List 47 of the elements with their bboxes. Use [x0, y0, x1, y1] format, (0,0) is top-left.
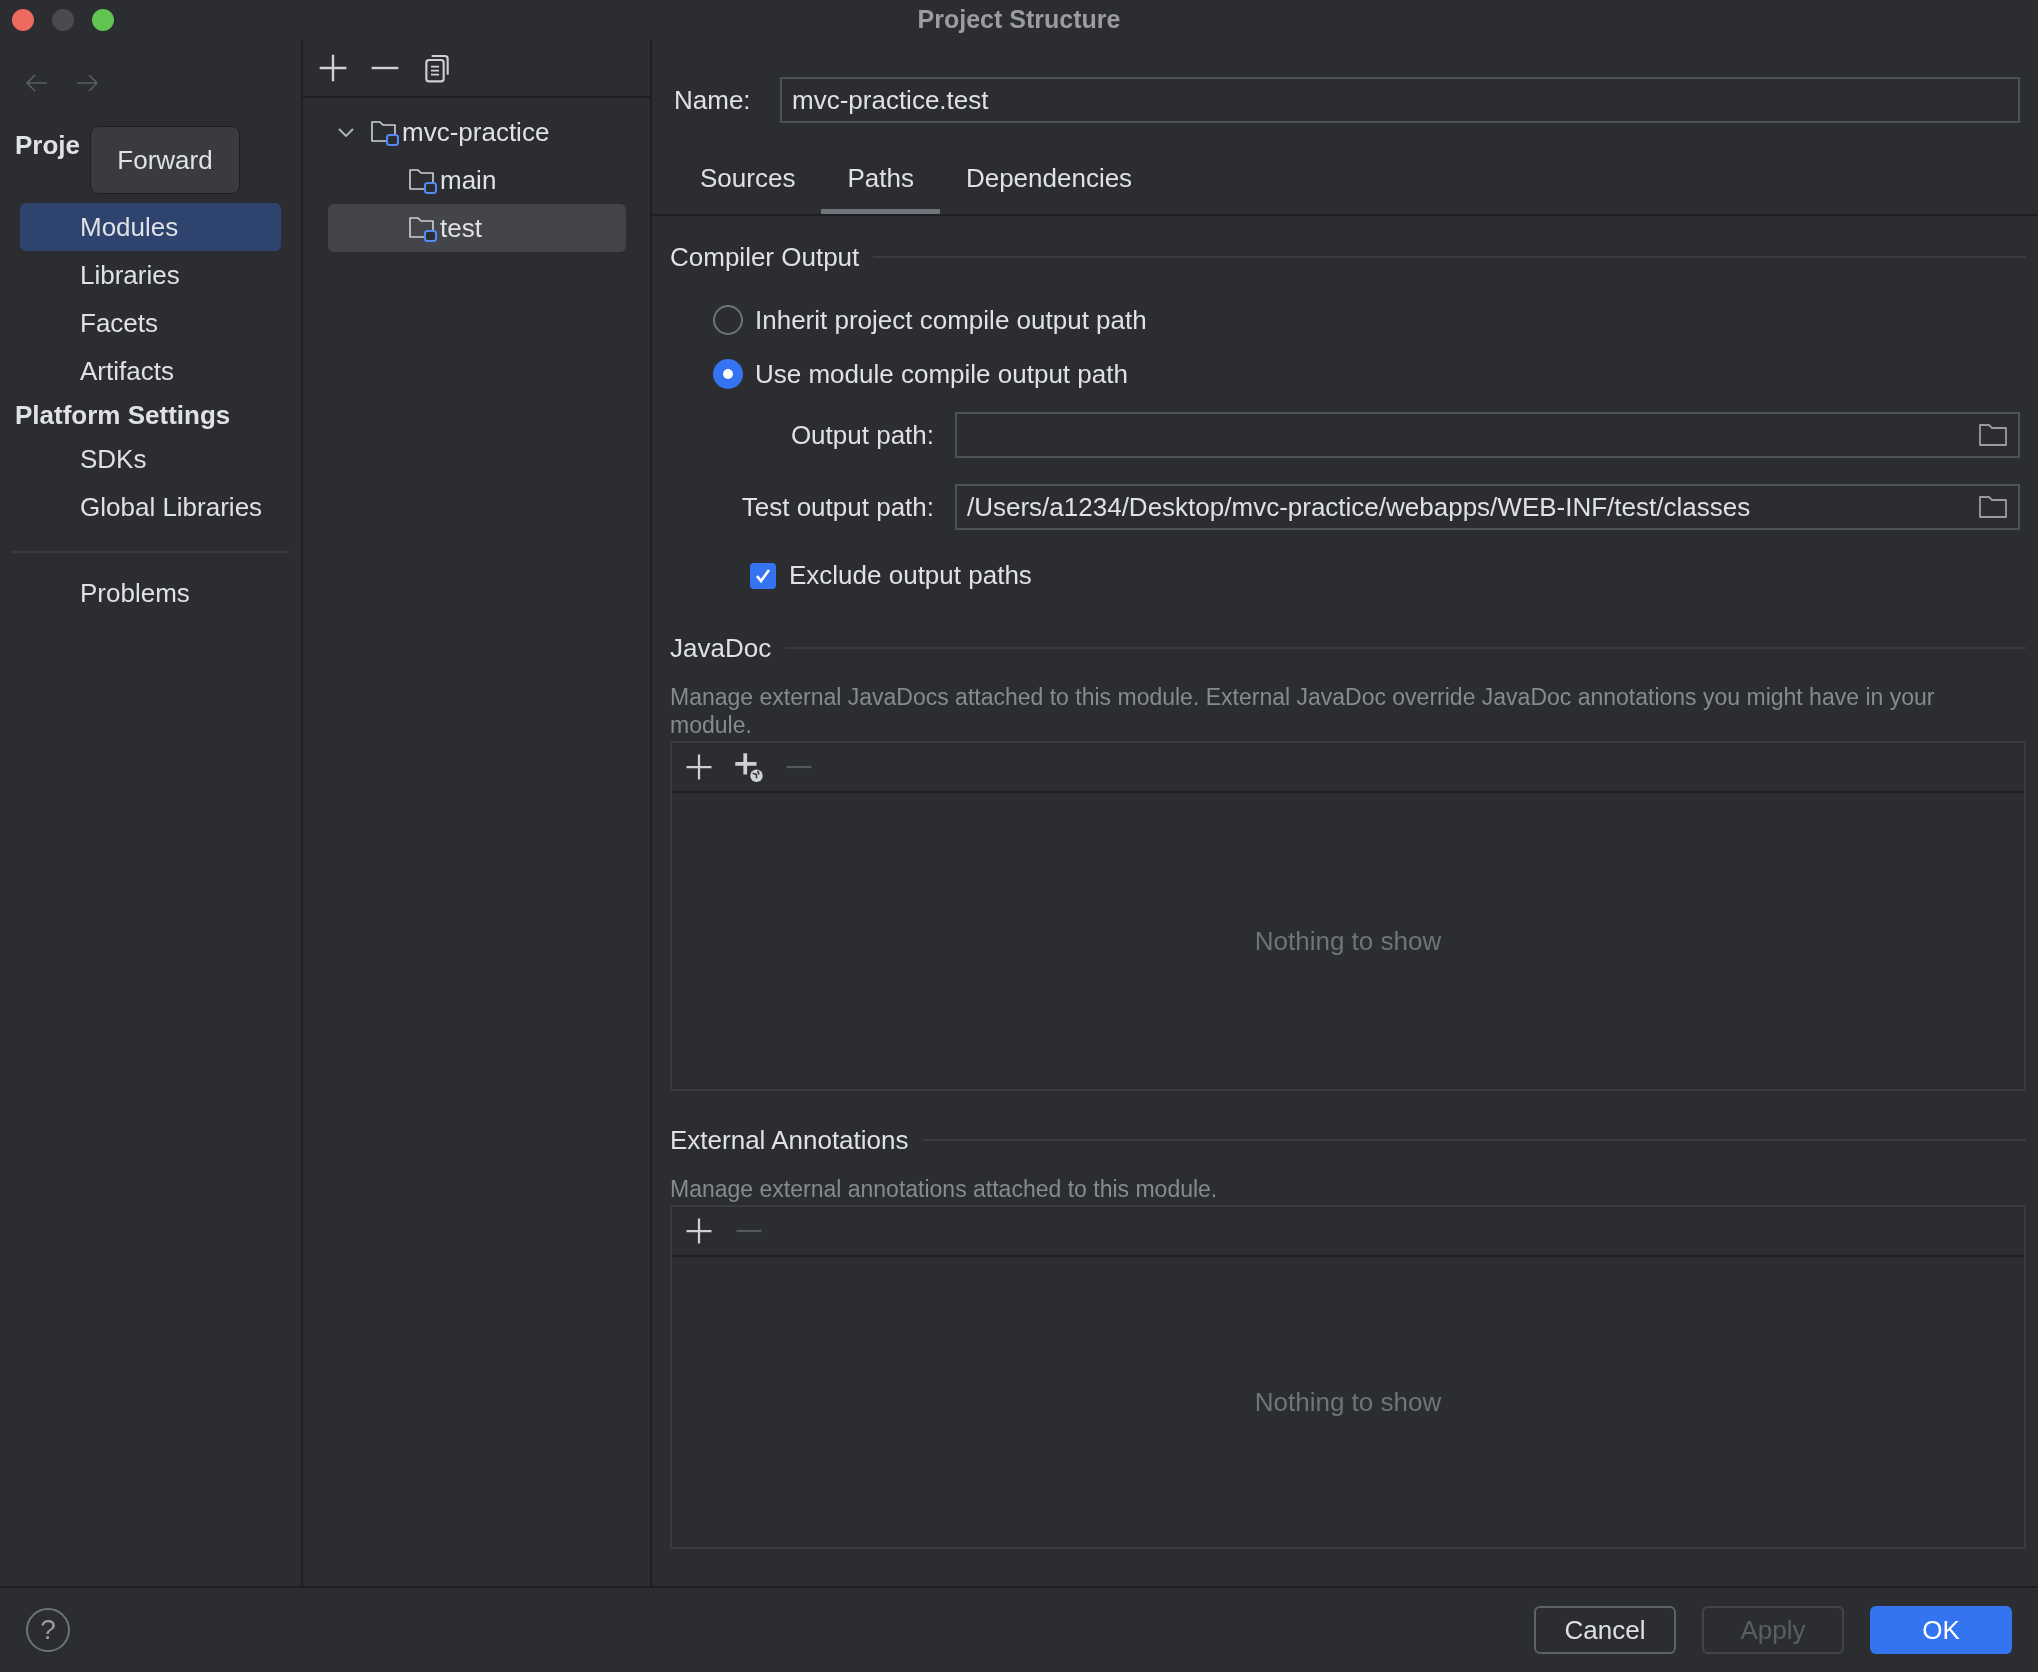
help-button[interactable]: ?	[26, 1608, 70, 1652]
add-icon[interactable]	[684, 752, 714, 782]
tree-item[interactable]: mvc-practice	[328, 108, 626, 156]
section-description: Manage external annotations attached to this module.	[670, 1175, 1219, 1203]
tab[interactable]: Dependencies	[939, 148, 1159, 214]
radio-button[interactable]	[713, 305, 743, 335]
folder-icon[interactable]	[1978, 422, 2008, 448]
maximize-window-button[interactable]	[92, 9, 114, 31]
empty-message: Nothing to show	[1254, 1385, 1442, 1419]
section-heading: External Annotations	[670, 1123, 909, 1157]
path-field[interactable]: /Users/a1234/Desktop/mvc-practice/webapps/WEB-INF/test/classes	[955, 484, 2020, 530]
folder-icon[interactable]	[1978, 494, 2008, 520]
close-window-button[interactable]	[12, 9, 34, 31]
section-heading: Compiler Output	[670, 240, 860, 274]
sidebar-item[interactable]: Global Libraries	[20, 483, 281, 531]
sidebar-item[interactable]: SDKs	[20, 435, 281, 483]
field-label: Test output path:	[740, 490, 935, 524]
tooltip: Forward	[90, 126, 240, 194]
tab[interactable]: Sources	[674, 148, 822, 214]
path-field[interactable]	[955, 412, 2020, 458]
add-icon[interactable]	[317, 52, 349, 84]
name-label: Name:	[674, 83, 752, 117]
add-web-link-icon[interactable]	[734, 752, 764, 782]
section-heading: JavaDoc	[670, 631, 772, 665]
tree-item[interactable]: main	[328, 156, 626, 204]
checkbox-label: Exclude output paths	[789, 559, 1032, 592]
dialog-button[interactable]: Cancel	[1534, 1606, 1676, 1654]
tree-item[interactable]: test	[328, 204, 626, 252]
radio-label: Inherit project compile output path	[755, 303, 1147, 337]
checkbox[interactable]	[750, 562, 776, 589]
name-field[interactable]: mvc-practice.test	[780, 77, 2020, 123]
sidebar-section-header: Proje	[15, 128, 81, 162]
radio-button[interactable]	[713, 359, 743, 389]
dialog-button[interactable]: OK	[1870, 1606, 2012, 1654]
section-description: Manage external JavaDocs attached to this module. External JavaDoc override JavaDoc annotations you might have in your module.	[670, 683, 1936, 739]
empty-message: Nothing to show	[1254, 924, 1442, 958]
sidebar-item[interactable]: Facets	[20, 299, 281, 347]
sidebar-section-header: Platform Settings	[15, 398, 231, 432]
sidebar-item[interactable]: Libraries	[20, 251, 281, 299]
sidebar-item[interactable]: Modules	[20, 203, 281, 251]
field-label: Output path:	[789, 418, 935, 452]
window-title: Project Structure	[917, 4, 1121, 36]
sidebar-item[interactable]: Artifacts	[20, 347, 281, 395]
sidebar-item[interactable]: Problems	[20, 569, 281, 617]
radio-label: Use module compile output path	[755, 357, 1128, 391]
tab[interactable]: Paths	[821, 148, 940, 214]
add-icon[interactable]	[684, 1216, 714, 1246]
